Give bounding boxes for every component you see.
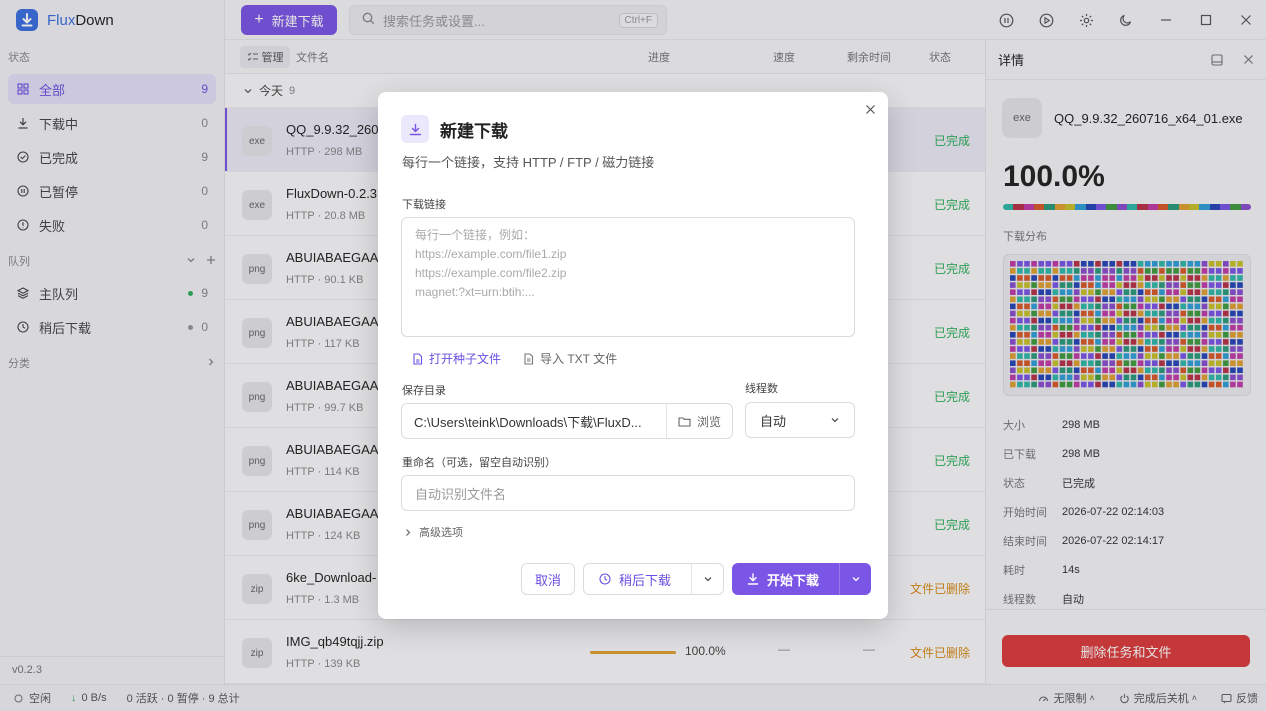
advanced-options-toggle[interactable]: 高级选项 — [404, 524, 463, 540]
start-download-label: 开始下载 — [767, 572, 820, 588]
browse-label: 浏览 — [696, 414, 721, 429]
clock-icon — [599, 573, 611, 585]
threads-value: 自动 — [760, 413, 787, 429]
save-dir-label: 保存目录 — [402, 385, 446, 397]
chevron-down-icon — [830, 415, 840, 425]
links-placeholder-line: magnet:?xt=urn:btih:... — [415, 285, 535, 299]
rename-input[interactable]: 自动识别文件名 — [401, 475, 855, 511]
start-download-button[interactable]: 开始下载 — [732, 563, 871, 595]
links-placeholder-line: https://example.com/file2.zip — [415, 266, 567, 280]
threads-select[interactable]: 自动 — [745, 402, 855, 438]
file-icon — [412, 352, 423, 365]
links-label: 下载链接 — [402, 199, 446, 211]
rename-placeholder: 自动识别文件名 — [415, 486, 507, 502]
import-txt-button[interactable]: 导入 TXT 文件 — [523, 350, 617, 367]
download-icon — [401, 115, 429, 143]
start-options-chevron-icon[interactable] — [839, 563, 871, 595]
close-dialog-icon[interactable] — [860, 99, 880, 119]
cancel-button[interactable]: 取消 — [521, 563, 575, 595]
document-icon — [523, 352, 534, 365]
threads-label: 线程数 — [745, 383, 778, 395]
dialog-title-row: 新建下载 — [401, 115, 508, 143]
folder-icon — [678, 416, 691, 427]
links-placeholder-line: 每行一个链接，例如： — [415, 228, 536, 242]
save-dir-value: C:\Users\teink\Downloads\下载\FluxD... — [414, 414, 642, 430]
download-icon — [747, 573, 759, 585]
new-download-dialog: 新建下载 每行一个链接，支持 HTTP / FTP / 磁力链接 下载链接 每行… — [378, 92, 888, 619]
links-textarea[interactable]: 每行一个链接，例如： https://example.com/file1.zip h… — [401, 217, 855, 337]
advanced-label: 高级选项 — [419, 527, 463, 539]
chevron-right-icon — [404, 528, 412, 537]
later-options-chevron-icon[interactable] — [691, 564, 723, 594]
download-later-button[interactable]: 稍后下载 — [583, 563, 724, 595]
open-torrent-label: 打开种子文件 — [429, 352, 502, 366]
dialog-description: 每行一个链接，支持 HTTP / FTP / 磁力链接 — [402, 155, 655, 170]
dialog-title: 新建下载 — [440, 121, 508, 141]
open-torrent-button[interactable]: 打开种子文件 — [412, 350, 501, 367]
rename-label: 重命名（可选，留空自动识别） — [402, 457, 556, 469]
save-dir-field[interactable]: C:\Users\teink\Downloads\下载\FluxD... 浏览 — [401, 403, 733, 439]
browse-button[interactable]: 浏览 — [665, 404, 732, 438]
import-txt-label: 导入 TXT 文件 — [540, 352, 618, 366]
download-later-label: 稍后下载 — [619, 572, 672, 588]
links-placeholder-line: https://example.com/file1.zip — [415, 247, 567, 261]
